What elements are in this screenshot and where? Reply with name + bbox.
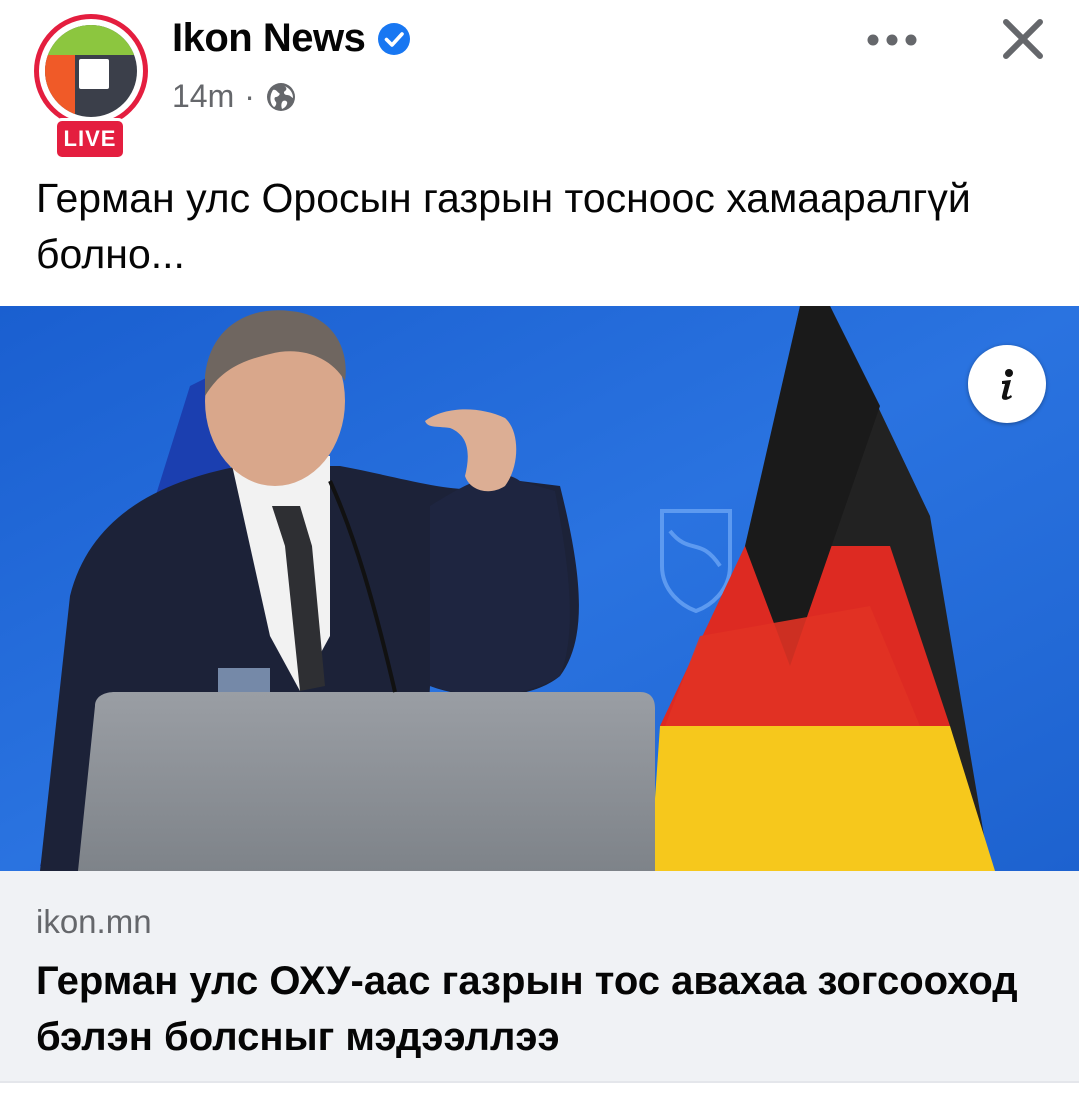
link-domain: ikon.mn <box>36 903 152 940</box>
globe-icon[interactable] <box>265 81 297 113</box>
live-ring <box>34 14 148 128</box>
info-icon <box>1001 369 1013 400</box>
post-timestamp[interactable]: 14m <box>172 78 234 115</box>
page-avatar[interactable]: LIVE <box>34 14 148 160</box>
press-conference-photo <box>0 306 1079 871</box>
divider <box>0 1081 1079 1083</box>
facebook-post: LIVE Ikon News 14m · Герман улс Оросын г… <box>0 0 1079 1105</box>
post-meta: 14m · <box>172 78 297 115</box>
verified-badge-icon <box>377 22 411 56</box>
more-options-button[interactable] <box>862 20 922 60</box>
close-icon <box>1003 19 1043 59</box>
page-name-row: Ikon News <box>172 16 411 61</box>
more-horizontal-icon <box>867 34 917 46</box>
info-button[interactable] <box>968 345 1046 423</box>
link-preview-card[interactable]: ikon.mn Герман улс ОХУ-аас газрын тос ав… <box>0 871 1079 1081</box>
post-image[interactable] <box>0 306 1079 871</box>
page-name[interactable]: Ikon News <box>172 16 366 61</box>
live-badge: LIVE <box>54 118 126 160</box>
ikon-logo <box>45 25 137 117</box>
meta-separator: · <box>244 78 255 114</box>
link-title[interactable]: Герман улс ОХУ-аас газрын тос авахаа зог… <box>36 953 1046 1065</box>
hide-post-button[interactable] <box>994 10 1052 68</box>
post-caption: Герман улс Оросын газрын тосноос хамаара… <box>36 175 971 277</box>
